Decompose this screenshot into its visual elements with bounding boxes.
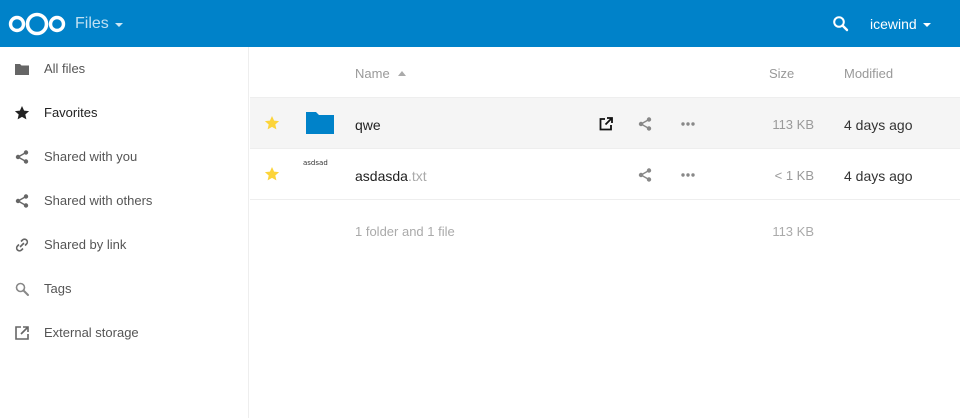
tag-search-icon [15,282,29,296]
sidebar: All files Favorites Shared with you Shar… [0,47,249,418]
file-list: Name Size Modified qwe 113 KB 4 days ago [250,47,960,418]
file-name[interactable]: asdasda.txt [355,168,427,184]
file-thumbnail[interactable]: asdsad [303,159,328,167]
sidebar-item-label: Shared with others [44,193,153,208]
search-icon[interactable] [832,15,850,33]
app-name: Files [75,15,109,32]
chevron-down-icon [922,23,931,27]
folder-icon[interactable] [305,110,335,136]
link-icon [15,238,29,252]
file-basename: qwe [355,117,381,133]
file-modified: 4 days ago [844,117,913,133]
top-header: Files icewind [0,0,960,47]
column-header-size[interactable]: Size [769,66,794,81]
file-size: 113 KB [772,117,814,132]
column-header-name[interactable]: Name [355,66,406,81]
share-icon[interactable] [637,167,653,183]
more-actions-icon[interactable] [680,167,696,183]
share-icon [15,150,29,164]
sidebar-item-label: Tags [44,281,72,296]
sidebar-item-shared-by-link[interactable]: Shared by link [0,223,248,267]
file-summary: 1 folder and 1 file 113 KB [250,200,960,260]
sidebar-item-all-files[interactable]: All files [0,47,248,91]
share-icon [15,194,29,208]
folder-icon [15,64,29,75]
star-icon [14,106,30,120]
file-size: < 1 KB [774,168,814,183]
external-icon [15,326,29,340]
sidebar-item-shared-with-others[interactable]: Shared with others [0,179,248,223]
sidebar-item-label: Favorites [44,105,98,120]
sidebar-item-external-storage[interactable]: External storage [0,311,248,355]
file-extension: .txt [407,168,427,184]
favorite-star-icon[interactable] [264,115,280,131]
sidebar-item-shared-with-you[interactable]: Shared with you [0,135,248,179]
sidebar-item-label: All files [44,61,86,76]
column-header-label: Name [355,66,390,81]
file-modified: 4 days ago [844,168,913,184]
sidebar-item-label: Shared by link [44,237,127,252]
more-actions-icon[interactable] [680,116,696,132]
favorite-star-icon[interactable] [264,166,280,182]
file-name[interactable]: qwe [355,117,381,133]
share-icon[interactable] [637,116,653,132]
summary-size: 113 KB [772,224,814,239]
file-basename: asdasda [355,168,408,184]
nextcloud-logo-icon[interactable] [8,12,66,36]
table-header: Name Size Modified [250,47,960,98]
sort-ascending-icon [397,71,406,76]
table-row[interactable]: asdsad asdasda.txt < 1 KB 4 days ago [250,149,960,200]
sidebar-item-favorites[interactable]: Favorites [0,91,248,135]
app-menu-button[interactable]: Files [75,15,123,33]
external-link-icon[interactable] [598,116,614,132]
sidebar-item-label: Shared with you [44,149,138,164]
user-name: icewind [870,16,917,32]
summary-text: 1 folder and 1 file [355,224,455,239]
sidebar-item-label: External storage [44,325,139,340]
user-menu-button[interactable]: icewind [870,16,931,32]
sidebar-item-tags[interactable]: Tags [0,267,248,311]
chevron-down-icon [114,23,123,27]
table-row[interactable]: qwe 113 KB 4 days ago [250,98,960,149]
column-header-modified[interactable]: Modified [844,66,893,81]
